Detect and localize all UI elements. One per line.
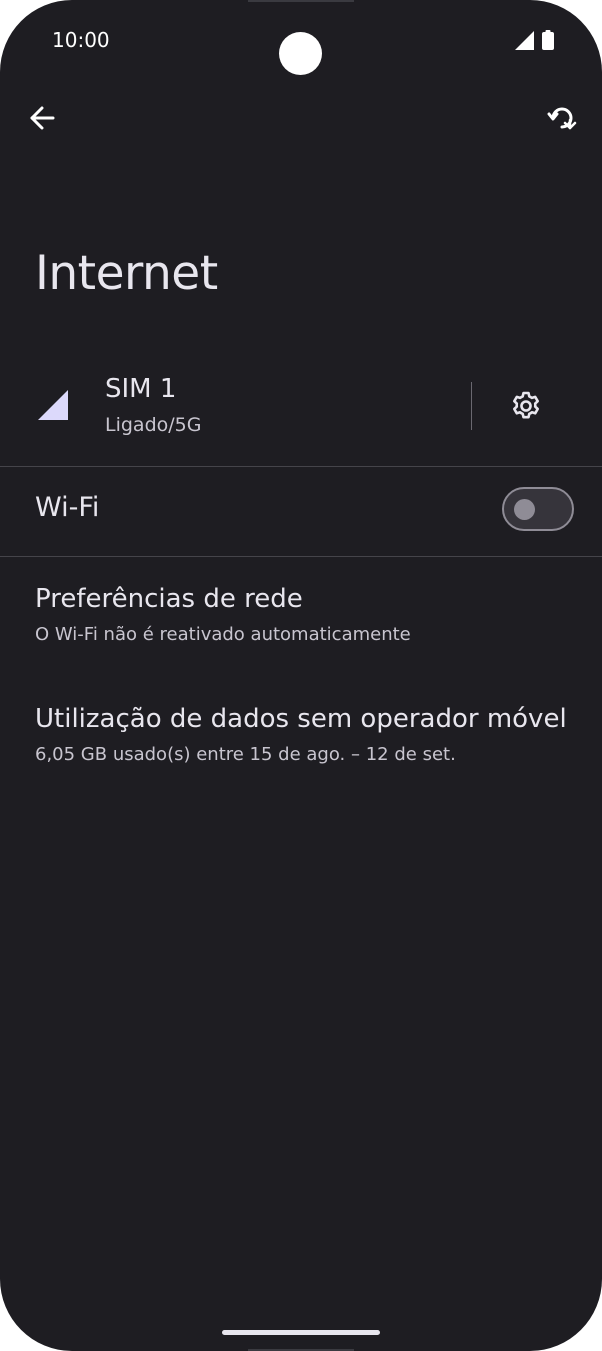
divider [0,556,602,557]
page-title: Internet [35,246,218,301]
non-carrier-data-usage-item[interactable]: Utilização de dados sem operador móvel 6… [0,704,602,784]
wifi-label: Wi-Fi [35,492,100,523]
item-title: Utilização de dados sem operador móvel [35,704,567,734]
wifi-row[interactable]: Wi-Fi [0,468,602,556]
help-button[interactable] [540,98,584,142]
wifi-toggle[interactable] [502,487,574,531]
cell-signal-icon [515,30,534,54]
item-title: Preferências de rede [35,584,303,614]
sim-row[interactable]: SIM 1 Ligado/5G [0,362,602,466]
status-icons [515,30,554,54]
arrow-back-icon [28,104,56,136]
item-subtitle: O Wi-Fi não é reativado automaticamente [35,624,411,645]
camera-cutout [279,32,322,75]
battery-icon [542,30,554,54]
sim-title: SIM 1 [105,374,177,404]
sim-settings-button[interactable] [504,386,548,430]
phone-screen: 10:00 Internet SIM 1 Ligado/5G Wi-Fi Pre… [0,0,602,1351]
status-time: 10:00 [52,28,110,52]
signal-icon [38,390,68,424]
top-edge [248,0,354,2]
back-button[interactable] [20,98,64,142]
sim-divider [471,382,472,430]
network-preferences-item[interactable]: Preferências de rede O Wi-Fi não é reati… [0,584,602,664]
item-subtitle: 6,05 GB usado(s) entre 15 de ago. – 12 d… [35,744,456,765]
help-refresh-icon [546,102,578,138]
gesture-nav-handle[interactable] [222,1330,380,1335]
gear-icon [510,390,542,426]
toggle-knob [514,499,535,520]
divider [0,466,602,467]
sim-status: Ligado/5G [105,414,202,436]
